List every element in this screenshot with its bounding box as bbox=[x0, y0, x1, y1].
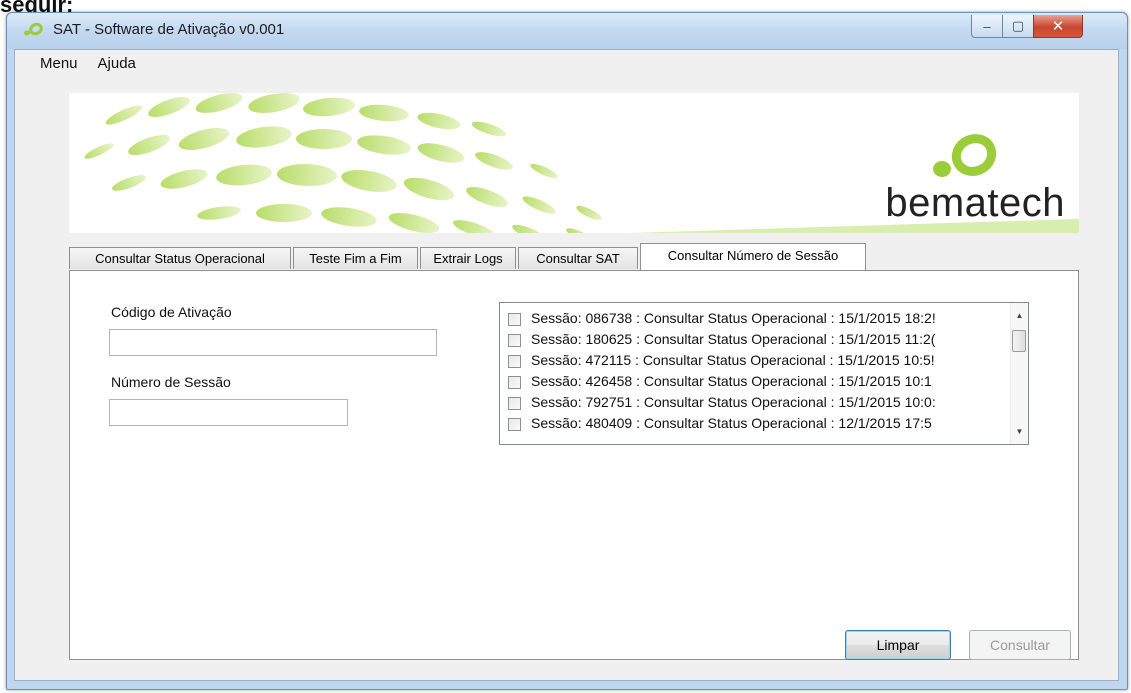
app-logo-icon bbox=[21, 22, 43, 38]
close-icon: ✕ bbox=[1051, 18, 1065, 35]
tab-consultar-numero-de-sessao[interactable]: Consultar Número de Sessão bbox=[640, 243, 866, 270]
activation-code-field[interactable] bbox=[109, 329, 437, 356]
scroll-thumb[interactable] bbox=[1012, 330, 1026, 352]
session-item-text: Sessão: 792751 : Consultar Status Operac… bbox=[531, 394, 936, 410]
list-item[interactable]: Sessão: 426458 : Consultar Status Operac… bbox=[500, 372, 1000, 392]
list-item[interactable]: Sessão: 180625 : Consultar Status Operac… bbox=[500, 330, 1000, 350]
scroll-down-icon[interactable]: ▼ bbox=[1011, 423, 1028, 440]
tab-consultar-status-operacional[interactable]: Consultar Status Operacional bbox=[69, 247, 291, 269]
minimize-button[interactable]: – bbox=[971, 15, 1003, 38]
scroll-up-icon[interactable]: ▲ bbox=[1011, 307, 1028, 324]
session-checkbox[interactable] bbox=[508, 376, 521, 389]
list-item[interactable]: Sessão: 792751 : Consultar Status Operac… bbox=[500, 393, 1000, 413]
list-item[interactable]: Sessão: 480409 : Consultar Status Operac… bbox=[500, 414, 1000, 434]
brand-banner: bematech bbox=[69, 93, 1079, 233]
app-window: SAT - Software de Ativação v0.001 – ▢ ✕ … bbox=[6, 12, 1128, 690]
session-item-text: Sessão: 180625 : Consultar Status Operac… bbox=[531, 331, 936, 347]
session-item-text: Sessão: 472115 : Consultar Status Operac… bbox=[531, 352, 935, 368]
tab-panel-consultar-numero-de-sessao: Código de Ativação Número de Sessão Sess… bbox=[69, 270, 1079, 660]
window-title: SAT - Software de Ativação v0.001 bbox=[53, 21, 285, 38]
sessions-checklist[interactable]: Sessão: 086738 : Consultar Status Operac… bbox=[499, 302, 1029, 445]
list-item[interactable]: Sessão: 472115 : Consultar Status Operac… bbox=[500, 351, 1000, 371]
session-item-text: Sessão: 426458 : Consultar Status Operac… bbox=[531, 373, 932, 389]
title-bar[interactable]: SAT - Software de Ativação v0.001 – ▢ ✕ bbox=[7, 13, 1127, 49]
session-item-text: Sessão: 480409 : Consultar Status Operac… bbox=[531, 415, 932, 431]
menu-bar: Menu Ajuda bbox=[15, 50, 1118, 78]
brand-name: bematech bbox=[885, 181, 1065, 225]
tab-consultar-sat[interactable]: Consultar SAT bbox=[518, 247, 638, 269]
menu-item-menu[interactable]: Menu bbox=[15, 50, 88, 78]
menu-item-ajuda[interactable]: Ajuda bbox=[88, 50, 146, 78]
activation-code-label: Código de Ativação bbox=[111, 304, 232, 320]
session-item-text: Sessão: 086738 : Consultar Status Operac… bbox=[531, 310, 936, 326]
session-checkbox[interactable] bbox=[508, 313, 521, 326]
list-scrollbar[interactable]: ▲ ▼ bbox=[1010, 303, 1028, 444]
session-checkbox[interactable] bbox=[508, 397, 521, 410]
session-checkbox[interactable] bbox=[508, 355, 521, 368]
minimize-icon: – bbox=[983, 18, 991, 34]
list-item[interactable]: Sessão: 086738 : Consultar Status Operac… bbox=[500, 309, 1000, 329]
clear-button[interactable]: Limpar bbox=[845, 630, 951, 660]
bematech-logo-icon bbox=[933, 134, 997, 177]
tab-teste-fim-a-fim[interactable]: Teste Fim a Fim bbox=[293, 247, 418, 269]
maximize-icon: ▢ bbox=[1011, 18, 1025, 33]
session-number-field[interactable] bbox=[109, 399, 348, 426]
session-checkbox[interactable] bbox=[508, 418, 521, 431]
tab-extrair-logs[interactable]: Extrair Logs bbox=[420, 247, 516, 269]
query-button[interactable]: Consultar bbox=[969, 630, 1071, 660]
client-area: Menu Ajuda bematech Consultar Status Ope… bbox=[14, 49, 1119, 681]
maximize-button[interactable]: ▢ bbox=[1002, 15, 1034, 38]
session-checkbox[interactable] bbox=[508, 334, 521, 347]
close-button[interactable]: ✕ bbox=[1033, 15, 1083, 38]
session-number-label: Número de Sessão bbox=[111, 374, 231, 390]
